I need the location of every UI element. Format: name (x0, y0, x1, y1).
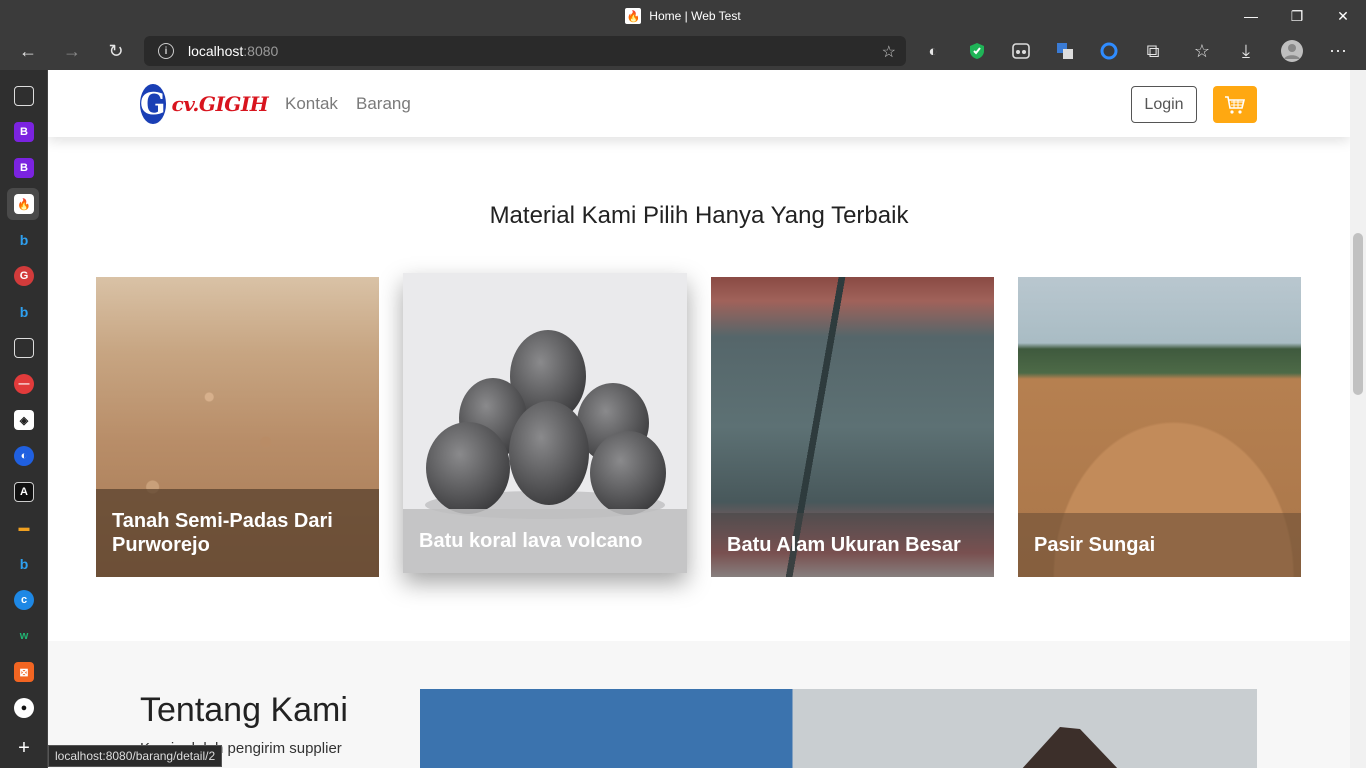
browser-toolbar: ← → ↻ i localhost:8080 ☆ ◐ ⧉ ☆ ⤓ ⋯ (0, 32, 1366, 70)
product-title: Batu koral lava volcano (403, 509, 687, 573)
page-scrollbar[interactable] (1350, 70, 1366, 768)
xampp-tab-icon[interactable]: ⊠ (14, 662, 34, 682)
product-title: Tanah Semi-Padas Dari Purworejo (96, 489, 379, 577)
address-bar[interactable]: i localhost:8080 ☆ (144, 36, 906, 66)
app-tab-icon[interactable]: G (14, 266, 34, 286)
building-roof-illustration (1022, 727, 1118, 768)
section-title: Material Kami Pilih Hanya Yang Terbaik (489, 202, 909, 229)
scrollbar-thumb[interactable] (1353, 233, 1363, 395)
nav-link-barang[interactable]: Barang (356, 94, 411, 114)
url-port: :8080 (243, 43, 279, 59)
codesandbox-tab-icon[interactable]: ◈ (14, 410, 34, 430)
profile-avatar[interactable] (1276, 36, 1308, 66)
back-icon[interactable]: ← (12, 36, 44, 66)
logo-text: cv.GIGIH (171, 92, 269, 116)
extensions-puzzle-icon[interactable]: ⧉ (1137, 36, 1169, 66)
tab-title: Home | Web Test (649, 9, 741, 23)
bootstrap-tab-icon-2[interactable]: B (14, 158, 34, 178)
extension-icon[interactable] (1005, 36, 1037, 66)
bing-tab-icon-2[interactable]: b (14, 302, 34, 322)
sync-extension-icon[interactable] (1093, 36, 1125, 66)
favorites-icon[interactable]: ☆ (1186, 36, 1218, 66)
browser-title-bar: 🔥 Home | Web Test — ❐ ✕ (0, 0, 1366, 32)
ca-tab-icon[interactable]: c (14, 590, 34, 610)
document-tab-icon[interactable] (14, 338, 34, 358)
new-tab-icon[interactable]: + (14, 737, 34, 759)
logo-mark: G (140, 84, 166, 124)
w-tab-icon[interactable]: w (14, 626, 34, 646)
login-button[interactable]: Login (1131, 86, 1197, 123)
codeigniter-tab-icon[interactable]: 🔥 (14, 194, 34, 214)
github-tab-icon[interactable]: ● (14, 698, 34, 718)
tab-actions-icon[interactable] (14, 86, 34, 106)
page-viewport: G cv.GIGIH Kontak Barang Login Material … (48, 70, 1350, 768)
blue-tab-icon[interactable]: ◐ (14, 446, 34, 466)
site-navbar: G cv.GIGIH Kontak Barang Login (48, 70, 1350, 137)
window-title: 🔥 Home | Web Test (0, 0, 1366, 32)
more-menu-icon[interactable]: ⋯ (1322, 36, 1354, 66)
product-title: Pasir Sungai (1018, 513, 1301, 577)
product-card[interactable]: Pasir Sungai (1018, 277, 1301, 577)
site-logo[interactable]: G cv.GIGIH (140, 84, 269, 124)
vertical-tab-sidebar: B B 🔥 b G b — ◈ ◐ A ▬ b c w ⊠ ● + (0, 70, 48, 768)
site-info-icon[interactable]: i (158, 43, 174, 59)
status-bar-url: localhost:8080/barang/detail/2 (48, 745, 223, 767)
cart-icon (1225, 95, 1246, 114)
about-image (420, 689, 1257, 768)
product-title: Batu Alam Ukuran Besar (711, 513, 994, 577)
bing-tab-icon-3[interactable]: b (14, 554, 34, 574)
about-title: Tentang Kami (140, 691, 348, 729)
nav-link-kontak[interactable]: Kontak (285, 94, 338, 114)
bootstrap-tab-icon[interactable]: B (14, 122, 34, 142)
downloads-icon[interactable]: ⤓ (1230, 36, 1262, 66)
dev-tab-icon[interactable]: A (14, 482, 34, 502)
stripe-tab-icon[interactable]: ▬ (14, 518, 34, 538)
minimize-button[interactable]: — (1228, 0, 1274, 32)
bing-tab-icon[interactable]: b (14, 230, 34, 250)
url-host: localhost (188, 43, 244, 59)
shield-extension-icon[interactable] (961, 36, 993, 66)
refresh-icon[interactable]: ↻ (100, 36, 132, 66)
add-favorite-icon[interactable]: ☆ (882, 42, 896, 62)
product-card[interactable]: Tanah Semi-Padas Dari Purworejo (96, 277, 379, 577)
red-tab-icon[interactable]: — (14, 374, 34, 394)
product-card[interactable]: Batu Alam Ukuran Besar (711, 277, 994, 577)
restore-button[interactable]: ❐ (1274, 0, 1320, 32)
cart-button[interactable] (1213, 86, 1257, 123)
forward-icon[interactable]: → (56, 36, 88, 66)
site-favicon-icon: 🔥 (625, 8, 642, 24)
product-card-hovered[interactable]: Batu koral lava volcano (403, 273, 687, 573)
tracking-icon[interactable]: ◐ (917, 36, 949, 66)
close-button[interactable]: ✕ (1320, 0, 1366, 32)
translate-icon[interactable] (1049, 36, 1081, 66)
